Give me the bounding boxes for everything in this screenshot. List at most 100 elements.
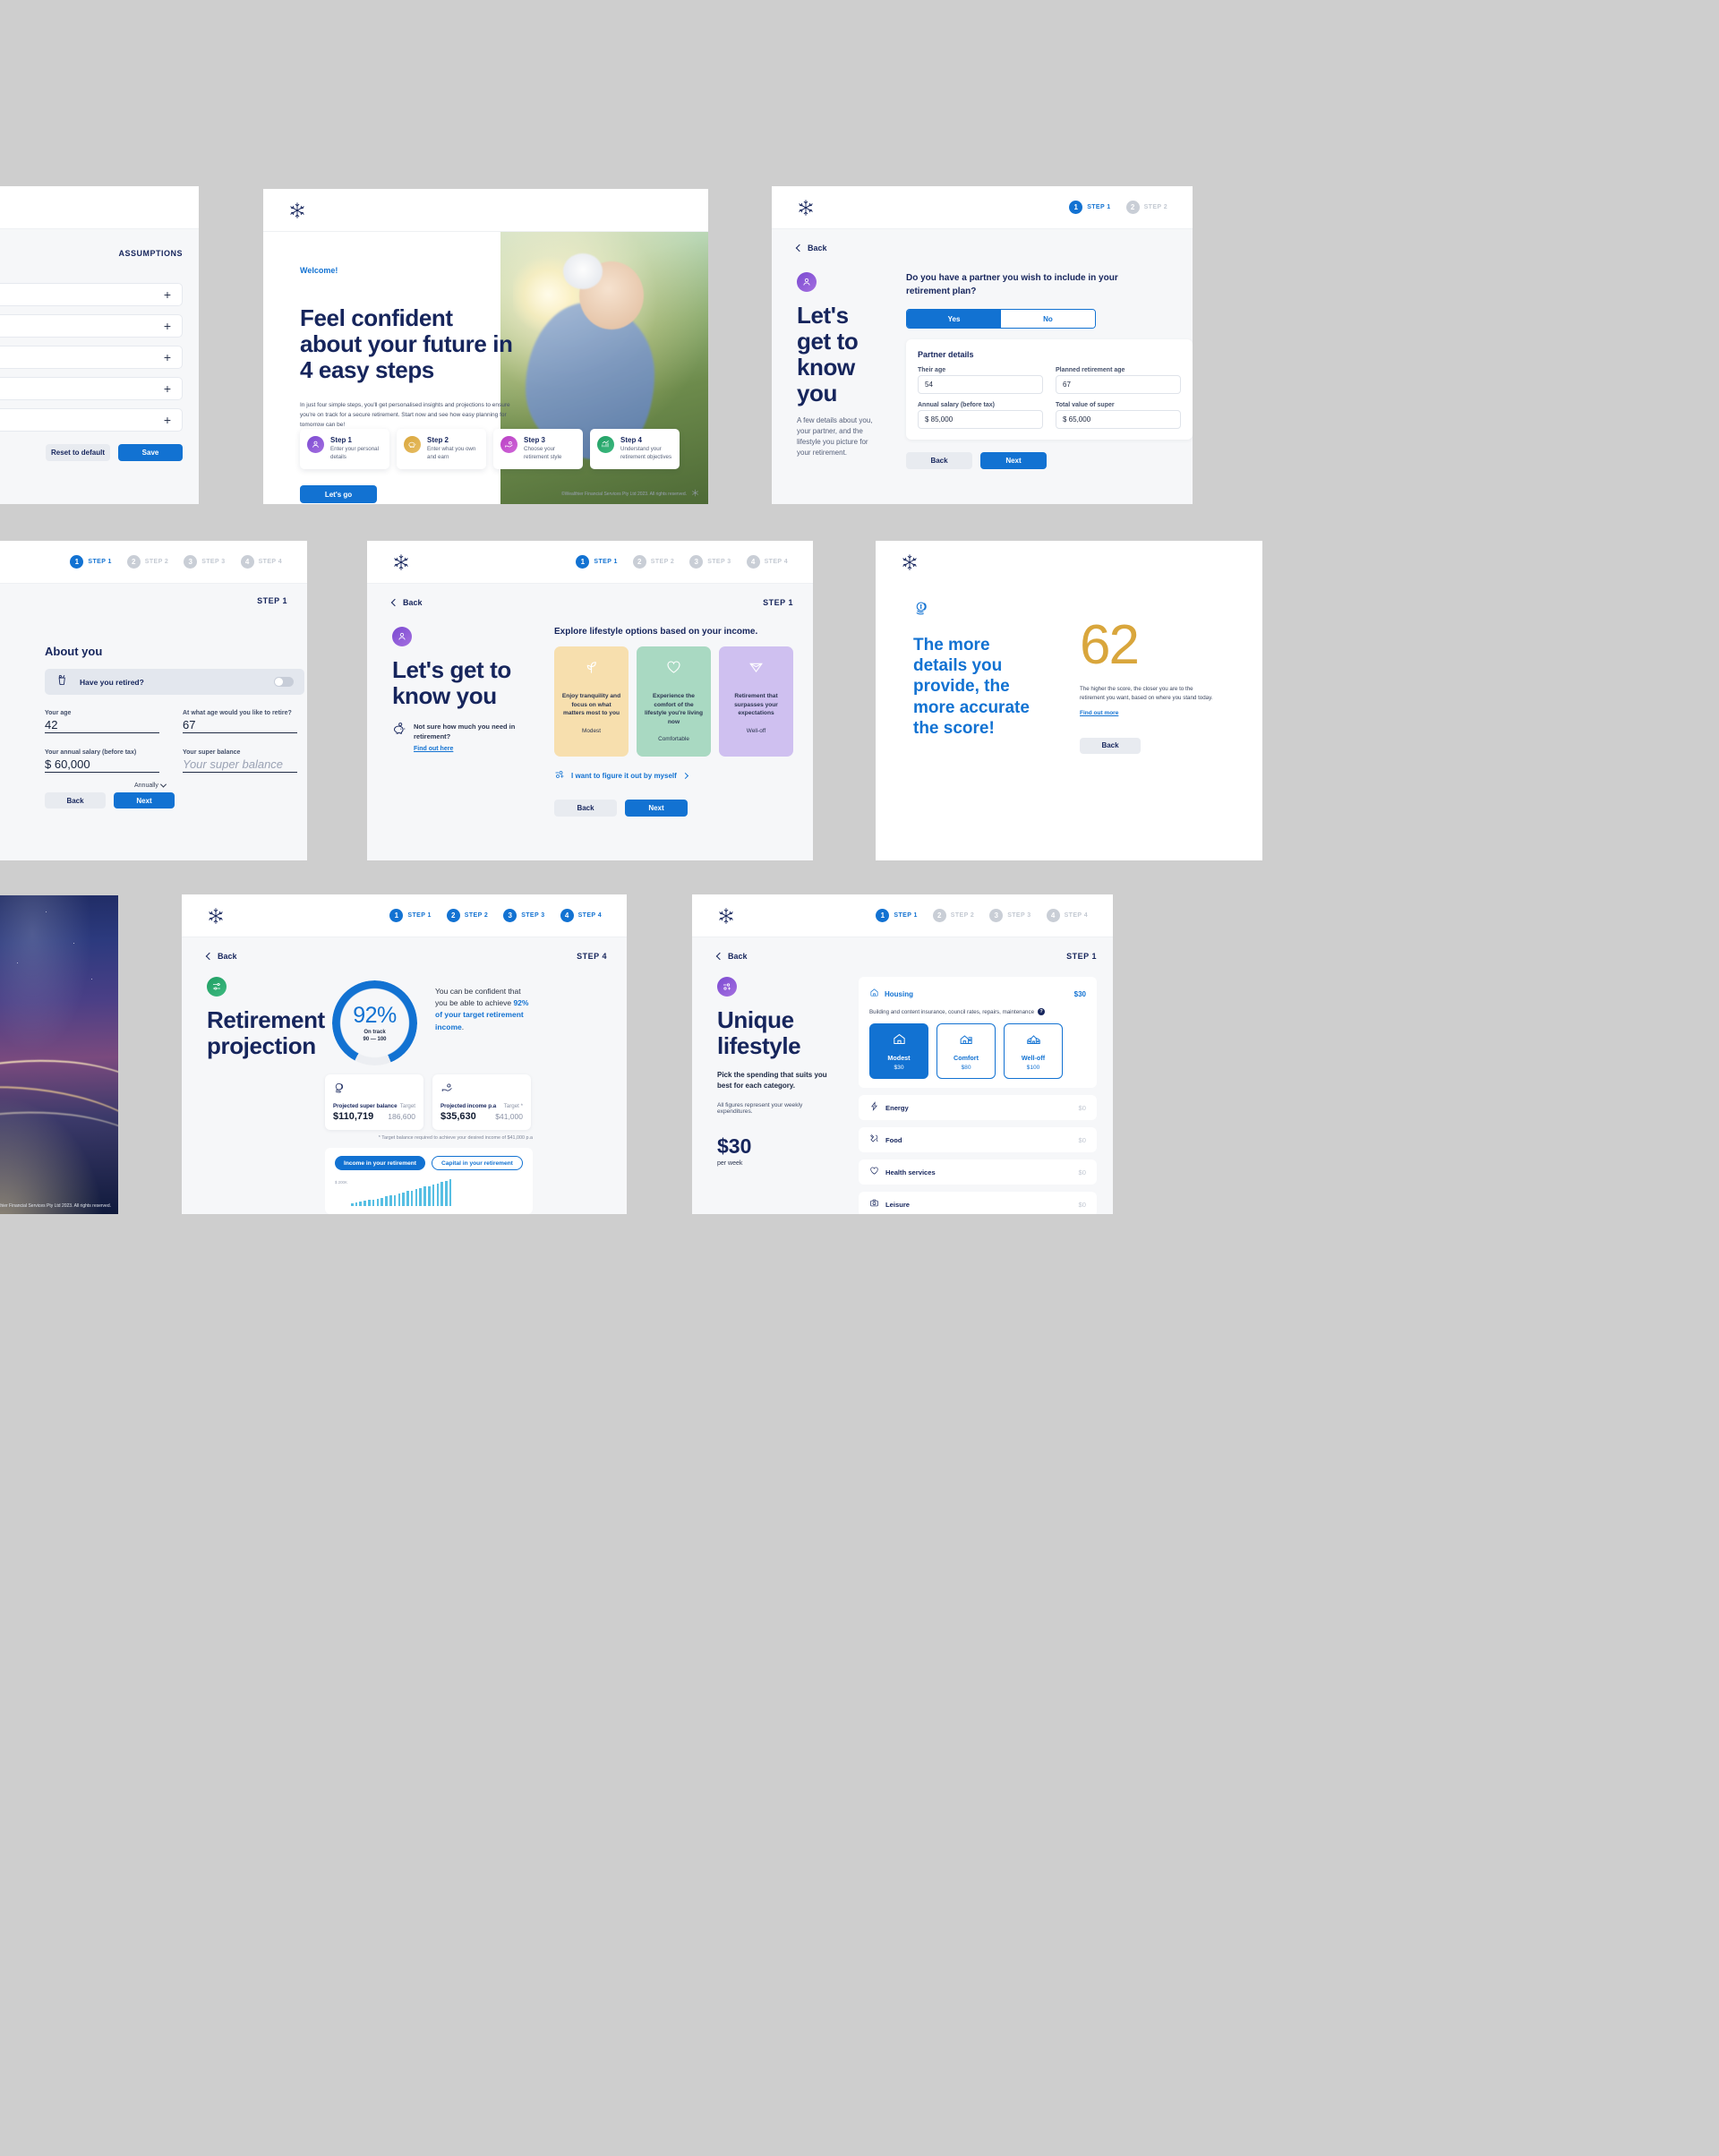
lifestyle-option-well-off[interactable]: Retirement that surpasses your expectati…	[719, 646, 793, 757]
step-indicator-2[interactable]: 2 STEP 2	[632, 555, 674, 569]
step-indicator-2[interactable]: 2 STEP 2	[446, 909, 488, 922]
tab-capital-in-retirement[interactable]: Capital in your retirement	[431, 1156, 523, 1170]
tier-well-off[interactable]: Well-off $100	[1004, 1023, 1063, 1079]
next-button[interactable]: Next	[114, 792, 175, 808]
save-button[interactable]: Save	[118, 444, 183, 461]
assumption-row[interactable]: +	[0, 377, 183, 400]
step-indicator-1[interactable]: 1 STEP 1	[389, 909, 431, 922]
step-indicator: 1 STEP 1 2 STEP 2 3 STEP 3 4 STEP 4	[70, 555, 282, 569]
step-indicator-4[interactable]: 4 STEP 4	[746, 555, 788, 569]
retired-switch[interactable]	[274, 677, 294, 687]
step-indicator-4[interactable]: 4 STEP 4	[560, 909, 602, 922]
step-indicator-2[interactable]: 2 STEP 2	[1125, 201, 1167, 214]
field-their-age: Their age 54	[918, 367, 1043, 394]
back-button[interactable]: Back	[45, 792, 106, 808]
option-no[interactable]: No	[1001, 310, 1095, 328]
back-button[interactable]: Back	[906, 452, 972, 469]
lets-go-button[interactable]: Let's go	[300, 485, 377, 503]
category-row-food[interactable]: Food $0	[859, 1127, 1097, 1152]
tier-name: Comfort	[954, 1054, 979, 1062]
plus-icon[interactable]: +	[164, 414, 171, 426]
plus-icon[interactable]: +	[164, 351, 171, 364]
step-indicator-2[interactable]: 2 STEP 2	[126, 555, 168, 569]
back-button[interactable]: Back	[1080, 737, 1141, 754]
planned-retirement-age-input[interactable]: 67	[1056, 375, 1181, 394]
annual-salary-input[interactable]: $ 60,000	[45, 757, 159, 773]
snowflake-logo-icon	[797, 199, 815, 217]
find-out-here-link[interactable]: Find out here	[414, 746, 522, 752]
step-label: STEP 1	[1087, 204, 1111, 210]
category-row-health-services[interactable]: Health services $0	[859, 1159, 1097, 1185]
assumption-row[interactable]: ...tions +	[0, 314, 183, 338]
your-age-input[interactable]: 42	[45, 718, 159, 733]
projection-note: You can be confident that you be able to…	[435, 986, 534, 1033]
chart-icon	[597, 436, 614, 453]
figure-it-out-link[interactable]: I want to figure it out by myself	[554, 769, 793, 782]
tab-income-in-retirement[interactable]: Income in your retirement	[335, 1156, 425, 1170]
step-indicator-1[interactable]: 1 STEP 1	[1069, 201, 1110, 214]
adjust-icon	[207, 977, 227, 997]
assumption-row[interactable]: +	[0, 283, 183, 306]
total-super-input[interactable]: $ 65,000	[1056, 410, 1181, 429]
step-indicator-2[interactable]: 2 STEP 2	[932, 909, 975, 922]
settings-sliders-icon	[717, 977, 737, 997]
partner-yes-no-toggle[interactable]: Yes No	[906, 309, 1096, 329]
step-card-4[interactable]: Step 4 Understand your retirement object…	[590, 429, 680, 469]
next-button[interactable]: Next	[980, 452, 1047, 469]
tier-modest[interactable]: Modest $30	[869, 1023, 928, 1079]
step-indicator-3[interactable]: 3 STEP 3	[989, 909, 1031, 922]
navbar	[263, 189, 708, 232]
annual-salary-input[interactable]: $ 85,000	[918, 410, 1043, 429]
step-card-3[interactable]: Step 3 Choose your retirement style	[493, 429, 583, 469]
step-indicator-1[interactable]: 1 STEP 1	[876, 909, 917, 922]
tier-comfort[interactable]: Comfort $80	[936, 1023, 996, 1079]
leaf-icon	[583, 658, 600, 680]
plus-icon[interactable]: +	[164, 288, 171, 301]
back-link[interactable]: Back	[715, 952, 748, 961]
super-balance-input[interactable]: Your super balance	[183, 757, 297, 773]
assumption-row[interactable]: ...anking +	[0, 346, 183, 369]
frequency-select[interactable]: Annually	[134, 781, 167, 789]
reset-to-default-button[interactable]: Reset to default	[46, 444, 110, 461]
retired-toggle-row[interactable]: Have you retired?	[45, 669, 304, 695]
chart-bar	[432, 1184, 435, 1206]
step-indicator-4[interactable]: 4 STEP 4	[240, 555, 282, 569]
step-indicator-1[interactable]: 1 STEP 1	[70, 555, 111, 569]
plus-icon[interactable]: +	[164, 320, 171, 332]
housing-tier-options: Modest $30 Comfort $80 Well-off $100	[869, 1023, 1086, 1079]
retire-age-input[interactable]: 67	[183, 718, 297, 733]
projection-chart-panel: Income in your retirement Capital in you…	[325, 1148, 533, 1214]
back-link[interactable]: Back	[390, 598, 423, 607]
category-amount: $0	[1078, 1200, 1086, 1209]
step-card-1[interactable]: Step 1 Enter your personal details	[300, 429, 389, 469]
assumption-row[interactable]: ...y +	[0, 408, 183, 432]
step-indicator-3[interactable]: 3 STEP 3	[503, 909, 544, 922]
step-indicator-4[interactable]: 4 STEP 4	[1046, 909, 1088, 922]
step-number: 2	[932, 909, 946, 922]
back-link[interactable]: Back	[205, 952, 237, 961]
page-title: Let's get to know you	[392, 656, 511, 710]
chart-bar	[402, 1193, 405, 1206]
step-indicator-3[interactable]: 3 STEP 3	[184, 555, 225, 569]
step-indicator-3[interactable]: 3 STEP 3	[689, 555, 731, 569]
back-button[interactable]: Back	[554, 800, 617, 817]
plus-icon[interactable]: +	[164, 382, 171, 395]
lifestyle-option-modest[interactable]: Enjoy tranquility and focus on what matt…	[554, 646, 629, 757]
house-medium-icon	[959, 1031, 974, 1051]
option-yes[interactable]: Yes	[907, 310, 1001, 328]
back-link[interactable]: Back	[795, 244, 1193, 252]
field-label: Your age	[45, 710, 72, 716]
help-icon[interactable]: ?	[1038, 1008, 1046, 1015]
next-button[interactable]: Next	[625, 800, 688, 817]
frequency-value: Annually	[134, 783, 158, 789]
find-out-more-link[interactable]: Find out more	[1080, 710, 1262, 716]
tier-amount: $80	[961, 1065, 971, 1071]
step-label: STEP 2	[950, 912, 975, 919]
step-indicator-1[interactable]: 1 STEP 1	[576, 555, 617, 569]
category-row-energy[interactable]: Energy $0	[859, 1095, 1097, 1120]
step-card-2[interactable]: Step 2 Enter what you own and earn	[397, 429, 486, 469]
category-row-leisure[interactable]: Leisure $0	[859, 1192, 1097, 1214]
their-age-input[interactable]: 54	[918, 375, 1043, 394]
lifestyle-option-comfortable[interactable]: Experience the comfort of the lifestyle …	[637, 646, 711, 757]
field-label: Their age	[918, 367, 946, 373]
